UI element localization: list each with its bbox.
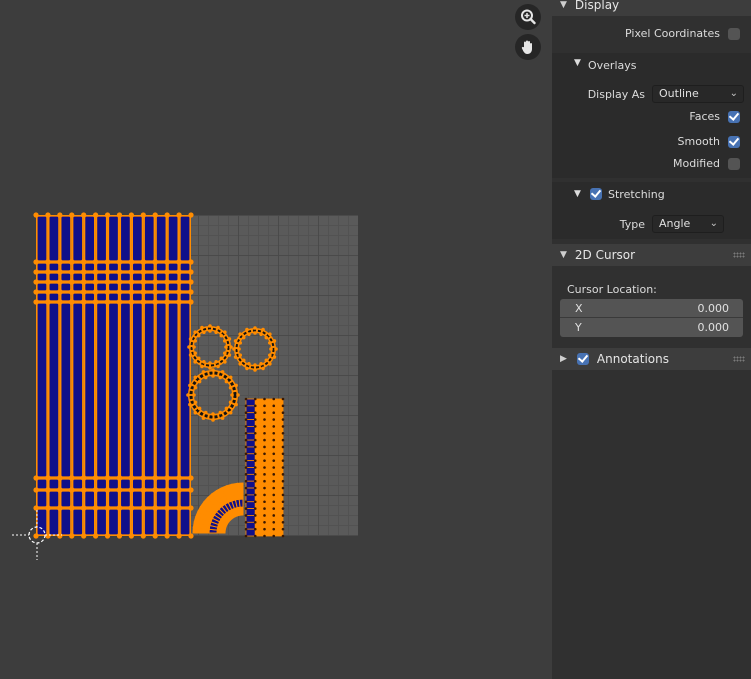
overlays-header-label[interactable]: Overlays — [588, 59, 637, 72]
pixel-coordinates-label: Pixel Coordinates — [625, 27, 720, 40]
cursor-2d-panel-body: Cursor Location: X 0.000 Y 0.000 — [552, 266, 751, 344]
chevron-down-icon: ▼ — [560, 0, 567, 10]
annotations-panel-header[interactable]: ▶ Annotations — [552, 348, 751, 370]
cursor-x-label: X — [575, 302, 583, 315]
faces-checkbox[interactable] — [728, 111, 740, 123]
annotations-header-label: Annotations — [596, 352, 669, 366]
stretching-type-dropdown[interactable]: Angle ⌄ — [652, 215, 724, 233]
display-as-dropdown[interactable]: Outline ⌄ — [652, 85, 744, 103]
stretching-checkbox[interactable] — [590, 188, 602, 200]
display-panel-body: Pixel Coordinates — [552, 16, 751, 48]
display-panel-header[interactable]: ▼ Display — [552, 0, 751, 16]
modified-checkbox[interactable] — [728, 158, 740, 170]
uv-editor-viewport[interactable] — [0, 0, 552, 679]
stretching-header-label[interactable]: Stretching — [608, 188, 665, 201]
zoom-magnifier-icon — [521, 9, 536, 25]
smooth-label: Smooth — [677, 135, 720, 148]
annotations-checkbox[interactable] — [576, 353, 589, 365]
chevron-down-icon[interactable]: ▼ — [574, 189, 581, 199]
chevron-down-icon: ▼ — [560, 250, 567, 260]
faces-label: Faces — [689, 110, 720, 123]
zoom-button[interactable] — [515, 4, 541, 30]
cursor-2d-panel-header[interactable]: ▼ 2D Cursor — [552, 244, 751, 266]
cursor-y-label: Y — [575, 321, 582, 334]
overlays-subpanel: ▼ Overlays Display As Outline ⌄ Faces Sm… — [552, 53, 751, 178]
cursor-x-value: 0.000 — [697, 302, 730, 315]
chevron-right-icon: ▶ — [560, 354, 567, 364]
uv-islands[interactable] — [0, 0, 552, 679]
stretching-subpanel: ▼ Stretching Type Angle ⌄ — [552, 182, 751, 239]
pixel-coordinates-checkbox[interactable] — [728, 28, 740, 40]
chevron-down-icon[interactable]: ▼ — [574, 58, 581, 68]
chevron-down-icon: ⌄ — [709, 218, 718, 229]
chevron-down-icon: ⌄ — [729, 88, 738, 99]
cursor-2d-header-label: 2D Cursor — [574, 248, 636, 262]
display-header-label: Display — [574, 0, 620, 12]
display-as-label: Display As — [587, 88, 645, 101]
stretching-type-value: Angle — [659, 217, 691, 230]
display-as-value: Outline — [659, 87, 699, 100]
stretching-type-label: Type — [619, 218, 645, 231]
smooth-checkbox[interactable] — [728, 136, 740, 148]
pan-button[interactable] — [515, 34, 541, 60]
cursor-y-field[interactable]: Y 0.000 — [560, 318, 743, 337]
sidebar-panel: ▼ Display Pixel Coordinates ▼ Overlays D… — [552, 0, 751, 679]
cursor-location-label: Cursor Location: — [567, 283, 657, 296]
drag-grip-icon[interactable] — [733, 356, 745, 362]
modified-label: Modified — [673, 157, 720, 170]
drag-grip-icon[interactable] — [733, 252, 745, 258]
hand-pan-icon — [521, 40, 532, 54]
cursor-x-field[interactable]: X 0.000 — [560, 299, 743, 318]
cursor-y-value: 0.000 — [697, 321, 730, 334]
